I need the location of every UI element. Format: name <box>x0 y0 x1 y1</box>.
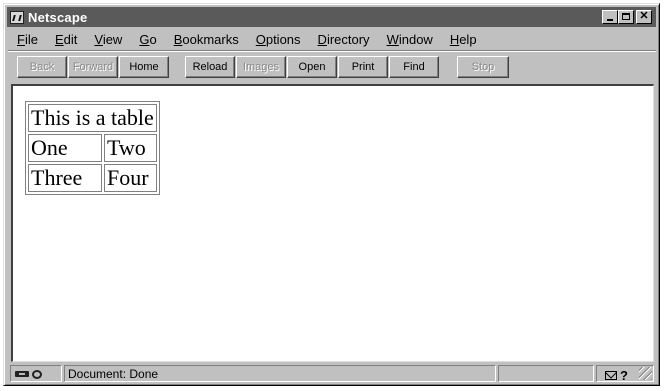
menu-go[interactable]: Go <box>139 32 156 47</box>
menu-view-label: iew <box>102 31 123 47</box>
menu-help-key: H <box>449 31 460 47</box>
menu-file[interactable]: File <box>17 32 38 47</box>
browser-window: Netscape ✕ File Edit View Go Bookmarks O… <box>3 3 660 386</box>
menu-bar: File Edit View Go Bookmarks Options Dire… <box>8 29 656 49</box>
images-button[interactable]: Images <box>236 56 286 78</box>
home-button[interactable]: Home <box>119 56 169 78</box>
navigation-toolbar: Back Forward Home Reload Images Open Pri… <box>8 50 656 83</box>
menu-directory-key: D <box>317 31 327 47</box>
help-icon[interactable]: ? <box>620 368 628 383</box>
netscape-logo-icon[interactable] <box>10 10 24 24</box>
menu-bookmarks[interactable]: Bookmarks <box>174 32 239 47</box>
window-title: Netscape <box>28 9 88 25</box>
key-icon <box>15 370 29 377</box>
menu-options[interactable]: Options <box>256 32 301 47</box>
menu-directory[interactable]: Directory <box>318 32 370 47</box>
menu-window-label: indow <box>398 31 433 47</box>
table-cell: Four <box>104 164 157 192</box>
key-lock-icon <box>15 368 45 380</box>
status-message-panel: Document: Done <box>64 365 496 382</box>
title-bar[interactable]: Netscape ✕ <box>7 7 656 27</box>
menu-options-key: O <box>255 31 266 47</box>
table-cell: One <box>28 134 102 162</box>
table-cell: Two <box>104 134 157 162</box>
find-button[interactable]: Find <box>389 56 439 78</box>
menu-window-key: W <box>386 31 399 47</box>
table-row: One Two <box>28 134 157 162</box>
menu-go-label: o <box>149 31 157 47</box>
minimize-button[interactable] <box>602 10 618 24</box>
menu-help-label: elp <box>459 31 477 47</box>
menu-bookmarks-label: ookmarks <box>182 31 239 47</box>
menu-window[interactable]: Window <box>387 32 433 47</box>
open-button[interactable]: Open <box>287 56 337 78</box>
lock-icon <box>32 369 42 379</box>
back-button[interactable]: Back <box>17 56 67 78</box>
menu-edit[interactable]: Edit <box>55 32 77 47</box>
menu-edit-label: dit <box>63 31 78 47</box>
table-row: Three Four <box>28 164 157 192</box>
mail-icon[interactable] <box>605 371 617 380</box>
document-viewport[interactable]: This is a table One Two Three Four <box>11 84 654 362</box>
menu-options-label: ptions <box>265 31 301 47</box>
security-panel[interactable] <box>10 365 62 382</box>
print-button[interactable]: Print <box>338 56 388 78</box>
table-row: This is a table <box>28 104 157 132</box>
table-cell: This is a table <box>28 104 157 132</box>
forward-button[interactable]: Forward <box>68 56 118 78</box>
menu-view[interactable]: View <box>94 32 122 47</box>
content-table: This is a table One Two Three Four <box>25 101 160 195</box>
status-bar: Document: Done ? <box>8 364 656 384</box>
menu-help[interactable]: Help <box>450 32 477 47</box>
close-button[interactable]: ✕ <box>636 10 652 24</box>
menu-go-key: G <box>139 31 150 47</box>
menu-file-label: ile <box>24 31 38 47</box>
mail-help-panel: ? <box>596 365 654 383</box>
menu-file-key: F <box>17 31 25 47</box>
progress-panel <box>498 365 594 382</box>
menu-directory-label: irectory <box>326 31 370 47</box>
stop-button[interactable]: Stop <box>457 56 509 78</box>
minimize-icon <box>607 19 613 21</box>
resize-grip-icon[interactable] <box>639 367 652 380</box>
close-icon: ✕ <box>639 10 649 22</box>
window-controls: ✕ <box>602 10 652 24</box>
reload-button[interactable]: Reload <box>185 56 235 78</box>
menu-view-key: V <box>94 31 103 47</box>
status-text: Document: Done <box>68 366 159 381</box>
maximize-icon <box>622 13 630 20</box>
table-cell: Three <box>28 164 102 192</box>
maximize-button[interactable] <box>618 10 634 24</box>
menu-edit-key: E <box>54 31 64 47</box>
